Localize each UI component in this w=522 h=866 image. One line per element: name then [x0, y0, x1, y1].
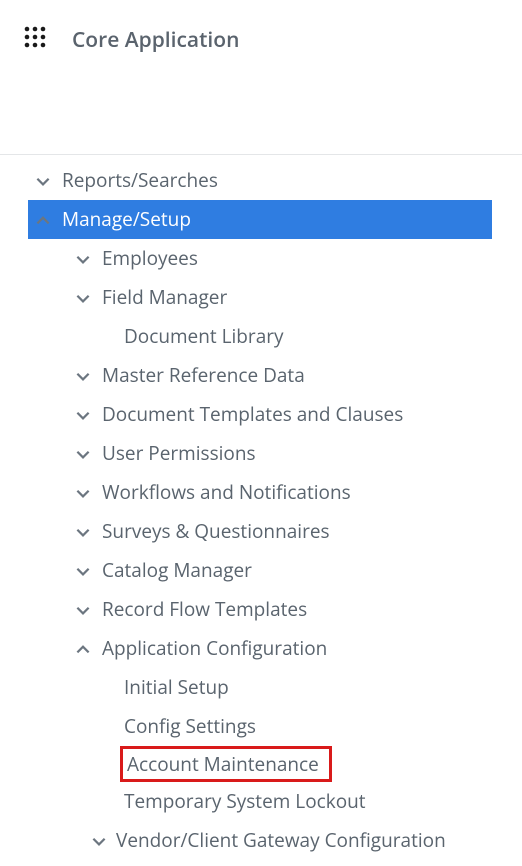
nav-item[interactable]: Reports/Searches [0, 161, 522, 200]
nav-item-label: Config Settings [100, 717, 256, 736]
chevron-down-icon[interactable] [72, 484, 94, 502]
chevron-down-icon[interactable] [72, 406, 94, 424]
app-header: Core Application [0, 0, 522, 155]
nav-item-label: Record Flow Templates [94, 600, 307, 619]
nav-item-label: Initial Setup [100, 678, 229, 697]
nav-item[interactable]: Catalog Manager [0, 551, 522, 590]
chevron-up-icon[interactable] [32, 211, 54, 229]
chevron-down-icon[interactable] [72, 367, 94, 385]
nav-item-label: Workflows and Notifications [94, 483, 351, 502]
nav-item-label: Reports/Searches [54, 171, 218, 190]
nav-item[interactable]: Temporary System Lockout [0, 782, 522, 821]
nav-item-label: Document Templates and Clauses [94, 405, 403, 424]
nav-item[interactable]: Vendor/Client Gateway Configuration [0, 821, 522, 860]
nav-tree: Reports/Searches Manage/Setup Employees … [0, 155, 522, 866]
chevron-down-icon[interactable] [72, 562, 94, 580]
nav-item-label: Master Reference Data [94, 366, 305, 385]
nav-item-highlighted[interactable]: Account Maintenance [120, 746, 332, 782]
nav-item-label: Employees [94, 249, 198, 268]
chevron-down-icon[interactable] [72, 250, 94, 268]
nav-item[interactable]: Record Flow Templates [0, 590, 522, 629]
nav-item[interactable]: Config Settings [0, 707, 522, 746]
nav-item[interactable]: Document Templates and Clauses [0, 395, 522, 434]
app-title: Core Application [72, 26, 239, 54]
nav-item[interactable]: Surveys & Questionnaires [0, 512, 522, 551]
nav-item[interactable]: Master Reference Data [0, 356, 522, 395]
nav-item-label: Vendor/Client Gateway Configuration [110, 831, 446, 850]
nav-item[interactable]: User Permissions [0, 434, 522, 473]
nav-item[interactable]: Document Library [0, 317, 522, 356]
chevron-up-icon[interactable] [72, 640, 94, 658]
nav-item-label: Field Manager [94, 288, 227, 307]
nav-item-selected[interactable]: Manage/Setup [28, 200, 492, 239]
chevron-down-icon[interactable] [72, 523, 94, 541]
nav-item[interactable]: Workflows and Notifications [0, 473, 522, 512]
chevron-down-icon[interactable] [32, 172, 54, 190]
chevron-down-icon[interactable] [88, 832, 110, 850]
nav-item-label: Application Configuration [94, 639, 327, 658]
nav-item[interactable]: Field Manager [0, 278, 522, 317]
chevron-down-icon[interactable] [72, 601, 94, 619]
nav-item-label: Catalog Manager [94, 561, 252, 580]
nav-item-label: Temporary System Lockout [100, 792, 366, 811]
nav-item-label: Manage/Setup [54, 210, 191, 229]
chevron-down-icon[interactable] [72, 289, 94, 307]
nav-item-label: User Permissions [94, 444, 256, 463]
app-grid-icon[interactable] [24, 26, 46, 48]
nav-item-label: Document Library [94, 327, 284, 346]
nav-item-label: Account Maintenance [127, 755, 319, 774]
nav-item[interactable]: Initial Setup [0, 668, 522, 707]
chevron-down-icon[interactable] [72, 445, 94, 463]
nav-item-label: Surveys & Questionnaires [94, 522, 330, 541]
nav-item[interactable]: Application Configuration [0, 629, 522, 668]
nav-item[interactable]: Employees [0, 239, 522, 278]
